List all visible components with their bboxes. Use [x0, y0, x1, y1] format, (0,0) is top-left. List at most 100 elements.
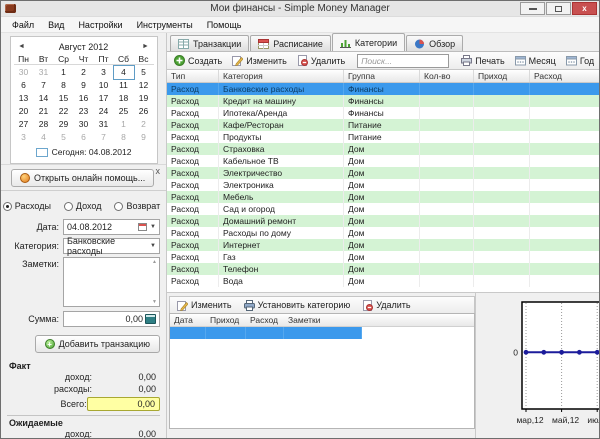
- table-row[interactable]: Расход Кредит на машину Финансы: [167, 95, 599, 107]
- menu-tools[interactable]: Инструменты: [130, 18, 200, 32]
- calendar-day[interactable]: 8: [54, 79, 74, 92]
- calendar-day[interactable]: 30: [74, 118, 94, 131]
- table-row[interactable]: Расход Продукты Питание: [167, 131, 599, 143]
- calendar-day[interactable]: 30: [14, 66, 34, 79]
- menu-help[interactable]: Помощь: [200, 18, 249, 32]
- calendar-day[interactable]: 17: [94, 92, 114, 105]
- add-transaction-button[interactable]: + Добавить транзакцию: [34, 335, 160, 353]
- calendar-day[interactable]: 11: [114, 79, 134, 92]
- menu-view[interactable]: Вид: [41, 18, 71, 32]
- calendar-day[interactable]: 26: [134, 105, 154, 118]
- calendar-day[interactable]: 6: [74, 131, 94, 144]
- scroll-up-icon[interactable]: ▲: [152, 259, 157, 265]
- help-close-icon[interactable]: x: [156, 166, 161, 176]
- delete-button[interactable]: Удалить: [293, 53, 349, 68]
- calendar-day[interactable]: 6: [14, 79, 34, 92]
- tab-schedule[interactable]: Расписание: [250, 35, 331, 51]
- date-dropdown-icon[interactable]: ▼: [150, 224, 156, 230]
- minimize-button[interactable]: [520, 2, 545, 15]
- table-row[interactable]: Расход Кафе/Ресторан Питание: [167, 119, 599, 131]
- set-category-button[interactable]: Установить категорию: [240, 298, 355, 313]
- table-row[interactable]: Расход Домашний ремонт Дом: [167, 215, 599, 227]
- calculator-icon[interactable]: [145, 314, 156, 324]
- table-row[interactable]: Расход Электроника Дом: [167, 179, 599, 191]
- table-row[interactable]: Расход Мебель Дом: [167, 191, 599, 203]
- calendar-day[interactable]: 22: [54, 105, 74, 118]
- table-row[interactable]: Расход Электричество Дом: [167, 167, 599, 179]
- calendar-day[interactable]: 20: [14, 105, 34, 118]
- edit-button[interactable]: Изменить: [228, 53, 291, 68]
- table-row[interactable]: Расход Вода Дом: [167, 275, 599, 287]
- tab-overview[interactable]: Обзор: [406, 35, 464, 51]
- create-button[interactable]: Создать: [170, 53, 226, 68]
- notes-scrollbar[interactable]: ▲ ▼: [150, 258, 159, 306]
- menu-file[interactable]: Файл: [5, 18, 41, 32]
- col-count[interactable]: Кол-во: [420, 70, 474, 82]
- table-row[interactable]: Расход Страховка Дом: [167, 143, 599, 155]
- col-income[interactable]: Приход: [474, 70, 530, 82]
- radio-Возврат[interactable]: Возврат: [114, 201, 160, 211]
- year-button[interactable]: Год: [562, 53, 598, 68]
- calendar-day[interactable]: 9: [134, 131, 154, 144]
- tab-categories[interactable]: Категории: [331, 33, 406, 51]
- calendar-day[interactable]: 7: [94, 131, 114, 144]
- calendar-day[interactable]: 10: [94, 79, 114, 92]
- selected-empty-row[interactable]: [170, 327, 362, 339]
- calendar-day[interactable]: 14: [34, 92, 54, 105]
- radio-Доход[interactable]: Доход: [63, 201, 101, 211]
- calendar-day[interactable]: 15: [54, 92, 74, 105]
- table-row[interactable]: Расход Телефон Дом: [167, 263, 599, 275]
- calendar-day[interactable]: 9: [74, 79, 94, 92]
- today-checkbox[interactable]: [35, 147, 48, 157]
- table-row[interactable]: Расход Интернет Дом: [167, 239, 599, 251]
- calendar-day[interactable]: 3: [14, 131, 34, 144]
- category-dropdown-icon[interactable]: ▼: [150, 243, 156, 249]
- category-select[interactable]: Банковские расходы ▼: [63, 236, 160, 256]
- calendar-day[interactable]: 16: [74, 92, 94, 105]
- calendar-day[interactable]: 31: [94, 118, 114, 131]
- notes-textarea[interactable]: ▲ ▼: [63, 257, 160, 307]
- calendar-day[interactable]: 23: [74, 105, 94, 118]
- calendar-day[interactable]: 7: [34, 79, 54, 92]
- col-notes[interactable]: Заметки: [284, 314, 362, 326]
- month-button[interactable]: Месяц: [511, 53, 560, 68]
- tx-delete-button[interactable]: Удалить: [358, 298, 414, 313]
- calendar-day[interactable]: 4: [112, 65, 135, 80]
- calendar-day[interactable]: 8: [114, 131, 134, 144]
- calendar-day[interactable]: 13: [14, 92, 34, 105]
- table-row[interactable]: Расход Кабельное ТВ Дом: [167, 155, 599, 167]
- table-row[interactable]: Расход Расходы по дому Дом: [167, 227, 599, 239]
- calendar-day[interactable]: 21: [34, 105, 54, 118]
- date-field[interactable]: 04.08.2012 ▼: [63, 219, 160, 235]
- calendar-day[interactable]: 5: [54, 131, 74, 144]
- calendar-day[interactable]: 27: [14, 118, 34, 131]
- amount-field[interactable]: 0,00: [63, 311, 160, 327]
- calendar-next-button[interactable]: ►: [138, 43, 154, 50]
- calendar-day[interactable]: 29: [54, 118, 74, 131]
- calendar-day[interactable]: 1: [54, 66, 74, 79]
- col-type[interactable]: Тип: [167, 70, 219, 82]
- tab-transactions[interactable]: Транзакции: [170, 35, 250, 51]
- calendar-day[interactable]: 31: [34, 66, 54, 79]
- calendar-day[interactable]: 12: [134, 79, 154, 92]
- online-help-button[interactable]: Открыть онлайн помощь...: [11, 168, 155, 187]
- close-button[interactable]: x: [572, 2, 597, 15]
- col-group[interactable]: Группа: [344, 70, 420, 82]
- calendar-day[interactable]: 25: [114, 105, 134, 118]
- radio-Расходы[interactable]: Расходы: [2, 201, 51, 211]
- col-in[interactable]: Приход: [206, 314, 246, 326]
- col-expense[interactable]: Расход: [530, 70, 599, 82]
- table-row[interactable]: Расход Ипотека/Аренда Финансы: [167, 107, 599, 119]
- calendar-prev-button[interactable]: ◄: [14, 43, 30, 50]
- calendar-day[interactable]: 28: [34, 118, 54, 131]
- calendar-day[interactable]: 5: [134, 66, 154, 79]
- calendar-day[interactable]: 4: [34, 131, 54, 144]
- calendar-day[interactable]: 19: [134, 92, 154, 105]
- date-calendar-icon[interactable]: [138, 223, 148, 231]
- table-row[interactable]: Расход Сад и огород Дом: [167, 203, 599, 215]
- scroll-down-icon[interactable]: ▼: [152, 299, 157, 305]
- menu-settings[interactable]: Настройки: [71, 18, 129, 32]
- calendar-day[interactable]: 1: [114, 118, 134, 131]
- calendar-day[interactable]: 3: [94, 66, 114, 79]
- col-out[interactable]: Расход: [246, 314, 284, 326]
